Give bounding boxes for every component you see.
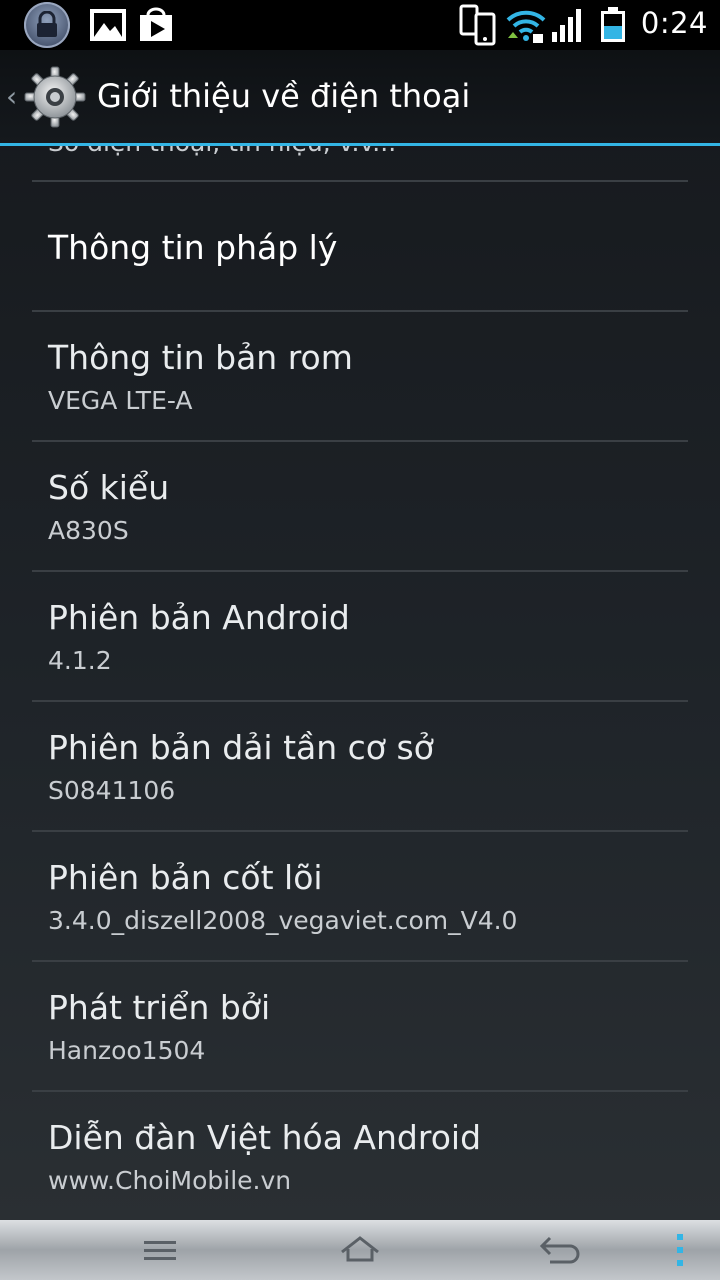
- list-item-value: 4.1.2: [48, 646, 112, 675]
- partial-item-summary: Số điện thoại, tín hiệu, v.v...: [48, 146, 396, 157]
- divider: [32, 570, 688, 572]
- navigation-bar: [0, 1220, 720, 1280]
- signal-icon: [552, 9, 581, 42]
- list-item-title: Phiên bản cốt lõi: [48, 858, 323, 897]
- list-item-value: Hanzoo1504: [48, 1036, 206, 1065]
- divider: [32, 310, 688, 312]
- list-item-title: Thông tin bản rom: [48, 338, 353, 377]
- list-item-value: S0841106: [48, 776, 176, 805]
- wifi-icon: [506, 10, 546, 43]
- settings-list[interactable]: Số điện thoại, tín hiệu, v.v... Thông ti…: [0, 146, 720, 1220]
- clock: 0:24: [640, 6, 708, 40]
- chevron-left-icon: ‹: [6, 80, 18, 113]
- divider: [32, 960, 688, 962]
- status-bar: 0:24: [0, 0, 720, 50]
- play-store-icon: [140, 7, 172, 41]
- divider: [32, 180, 688, 182]
- divider: [32, 1090, 688, 1092]
- list-item-title: Số kiểu: [48, 468, 170, 507]
- menu-icon[interactable]: [140, 1230, 180, 1270]
- list-item-title: Thông tin pháp lý: [48, 228, 338, 267]
- list-item-title: Diễn đàn Việt hóa Android: [48, 1118, 482, 1157]
- home-icon[interactable]: [338, 1230, 382, 1270]
- divider: [32, 440, 688, 442]
- divider: [32, 700, 688, 702]
- list-item-value: www.ChoiMobile.vn: [48, 1166, 292, 1195]
- lock-icon: [24, 2, 70, 48]
- overflow-menu-icon[interactable]: [672, 1230, 688, 1270]
- list-item-value: 3.4.0_diszell2008_vegaviet.com_V4.0: [48, 906, 518, 935]
- page-title: Giới thiệu về điện thoại: [97, 77, 471, 115]
- back-icon[interactable]: [536, 1230, 584, 1270]
- list-item-title: Phiên bản dải tần cơ sở: [48, 728, 434, 767]
- action-bar: ‹ Giới thiệu về điện thoại: [0, 50, 720, 146]
- list-item-title: Phiên bản Android: [48, 598, 350, 637]
- list-item-value: A830S: [48, 516, 129, 545]
- settings-gear-icon: [24, 66, 86, 128]
- phone-sync-icon: [459, 4, 496, 46]
- gallery-icon: [90, 9, 126, 41]
- list-item-value: VEGA LTE-A: [48, 386, 193, 415]
- battery-icon: [601, 7, 625, 42]
- list-item-title: Phát triển bởi: [48, 988, 271, 1027]
- divider: [32, 830, 688, 832]
